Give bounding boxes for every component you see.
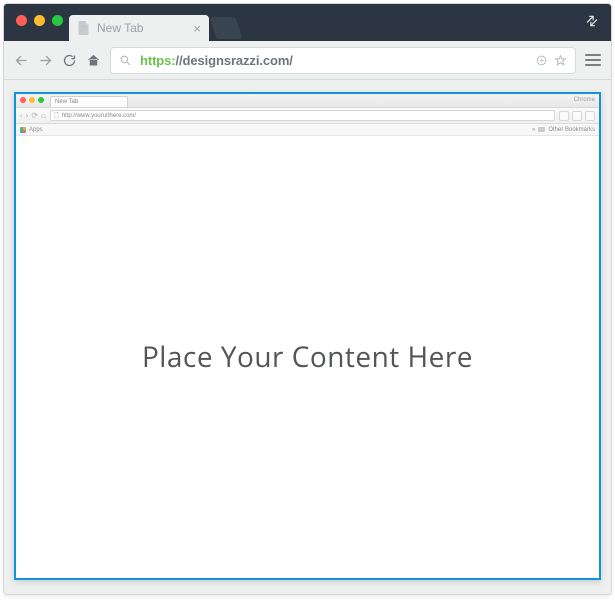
inner-button-2 (572, 111, 582, 121)
bookmark-star-icon[interactable] (554, 54, 567, 67)
inner-address-bar: 🗋 http://www.yoururlhere.com/ (50, 110, 555, 121)
inner-browser-screenshot: New Tab Chrome ‹ › ⟳ ⌂ 🗋 http://www.your… (14, 92, 601, 580)
inner-other-bookmarks: » Other Bookmarks (532, 127, 595, 133)
tab-label: New Tab (97, 21, 143, 35)
inner-tab-label: New Tab (55, 99, 78, 105)
inner-toolbar: ‹ › ⟳ ⌂ 🗋 http://www.yoururlhere.com/ (16, 108, 599, 124)
new-tab-button[interactable] (209, 17, 242, 39)
fullscreen-icon[interactable] (585, 14, 599, 28)
tab-new-tab[interactable]: New Tab × (69, 15, 209, 41)
inner-toolbar-buttons (559, 111, 595, 121)
maximize-window-button[interactable] (52, 15, 63, 26)
browser-window: New Tab × (3, 3, 612, 595)
reload-button[interactable] (62, 53, 77, 68)
url-protocol: https: (140, 53, 176, 68)
omnibox-actions (535, 54, 567, 67)
toolbar: https://designsrazzi.com/ (4, 41, 611, 80)
inner-apps-shortcut: Apps (20, 127, 43, 133)
back-button[interactable] (14, 53, 29, 68)
minimize-window-button[interactable] (34, 15, 45, 26)
address-bar[interactable]: https://designsrazzi.com/ (110, 47, 576, 74)
search-icon (119, 54, 132, 67)
url-path: //designsrazzi.com/ (176, 53, 293, 68)
inner-tab: New Tab (50, 96, 128, 107)
inner-maximize-window-button (38, 97, 44, 103)
inner-title-bar: New Tab Chrome (16, 94, 599, 108)
inner-home-icon: ⌂ (41, 111, 46, 120)
inner-app-name: Chrome (574, 97, 595, 103)
window-controls (16, 15, 63, 26)
voice-search-icon[interactable] (535, 54, 548, 67)
page-content: New Tab Chrome ‹ › ⟳ ⌂ 🗋 http://www.your… (4, 80, 611, 594)
file-icon (78, 21, 90, 35)
browser-mockup-frame: New Tab × (0, 0, 615, 600)
title-bar: New Tab × (4, 4, 611, 41)
inner-apps-label: Apps (29, 127, 43, 133)
apps-grid-icon (20, 127, 26, 133)
inner-other-bookmarks-label: Other Bookmarks (548, 127, 595, 133)
hamburger-menu-button[interactable] (585, 52, 601, 68)
inner-content-area: Place Your Content Here (16, 136, 599, 578)
inner-forward-icon: › (26, 111, 29, 120)
inner-minimize-window-button (29, 97, 35, 103)
inner-globe-icon: 🗋 (54, 111, 59, 121)
inner-url-text: http://www.yoururlhere.com/ (62, 113, 136, 119)
close-tab-icon[interactable]: × (193, 21, 201, 36)
inner-reload-icon: ⟳ (31, 111, 38, 120)
inner-window-controls (20, 97, 44, 103)
url-text: https://designsrazzi.com/ (140, 53, 293, 68)
inner-button-3 (585, 111, 595, 121)
inner-close-window-button (20, 97, 26, 103)
inner-back-icon: ‹ (20, 111, 23, 120)
inner-bookmarks-bar: Apps » Other Bookmarks (16, 124, 599, 136)
inner-chevron-icon: » (532, 127, 535, 133)
placeholder-text: Place Your Content Here (142, 338, 473, 376)
inner-nav-buttons: ‹ › ⟳ ⌂ (20, 111, 46, 120)
forward-button[interactable] (38, 53, 53, 68)
close-window-button[interactable] (16, 15, 27, 26)
home-button[interactable] (86, 53, 101, 68)
folder-icon (538, 127, 545, 132)
inner-button-1 (559, 111, 569, 121)
